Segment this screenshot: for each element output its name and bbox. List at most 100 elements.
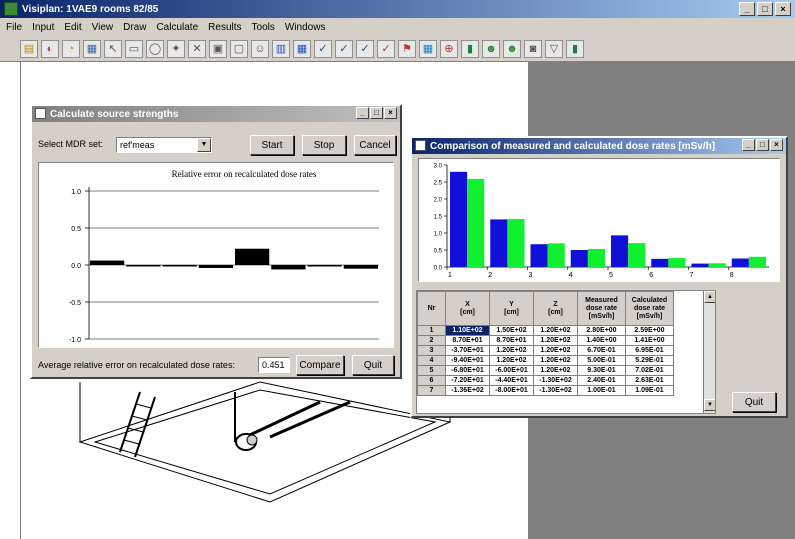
cancel-button[interactable]: Cancel — [354, 135, 396, 155]
column-header[interactable]: Nr — [417, 291, 446, 326]
table-cell[interactable]: 1.41E+00 — [625, 335, 674, 346]
stop-button[interactable]: Stop — [302, 135, 346, 155]
table-cell[interactable]: 1.20E+02 — [533, 335, 578, 346]
start-button[interactable]: Start — [250, 135, 294, 155]
minimize-button[interactable]: _ — [356, 107, 369, 119]
row-number[interactable]: 2 — [417, 335, 446, 346]
flag-icon[interactable]: ⚑ — [398, 39, 416, 58]
table-cell[interactable]: -4.40E+01 — [489, 375, 534, 386]
check4-icon[interactable]: ✓ — [377, 39, 395, 58]
cursor-icon[interactable]: ↖ — [104, 39, 122, 58]
column-header[interactable]: Y [cm] — [489, 291, 534, 326]
menu-file[interactable]: File — [6, 22, 22, 33]
wizard-icon[interactable]: ◐ — [41, 39, 59, 58]
pie-icon[interactable]: ◔ — [62, 39, 80, 58]
app-titlebar[interactable]: Visiplan: 1VAE9 rooms 82/85 _ □ × — [0, 0, 795, 18]
maximize-button[interactable]: □ — [757, 2, 773, 16]
table-row[interactable]: 6 -7.20E+01 -4.40E+01 -1.30E+02 2.40E-01 2.63… — [417, 375, 674, 386]
table-cell[interactable]: 2.80E+00 — [577, 325, 626, 336]
table-cell[interactable]: 1.00E-01 — [577, 385, 626, 396]
table-cell[interactable]: 8.70E+01 — [445, 335, 490, 346]
table-row[interactable]: 7 -1.36E+02 -8.00E+01 -1.30E+02 1.00E-01 1.09… — [417, 385, 674, 396]
check-icon[interactable]: ✓ — [314, 39, 332, 58]
column-header[interactable]: Calculated dose rate [mSv/h] — [625, 291, 674, 326]
table-cell[interactable]: -1.30E+02 — [533, 385, 578, 396]
table-cell[interactable]: 1.10E+02 — [445, 325, 490, 336]
minimize-button[interactable]: _ — [739, 2, 755, 16]
table-cell[interactable]: 6.95E-01 — [625, 345, 674, 356]
table-cell[interactable]: -6.80E+01 — [445, 365, 490, 376]
table-row[interactable]: 5 -6.80E+01 -6.00E+01 1.20E+02 9.30E-01 7.02E… — [417, 365, 674, 376]
quit-button[interactable]: Quit — [352, 355, 394, 375]
menu-windows[interactable]: Windows — [285, 22, 326, 33]
table-cell[interactable]: 5.29E-01 — [625, 355, 674, 366]
scroll-down-icon[interactable]: ▼ — [704, 399, 715, 411]
table-cell[interactable]: 1.20E+02 — [533, 325, 578, 336]
menu-input[interactable]: Input — [32, 22, 54, 33]
bar-icon[interactable]: ▮ — [461, 39, 479, 58]
menu-calculate[interactable]: Calculate — [156, 22, 198, 33]
table-cell[interactable]: 1.20E+02 — [489, 345, 534, 356]
table-cell[interactable]: -8.00E+01 — [489, 385, 534, 396]
table-cell[interactable]: -3.70E+01 — [445, 345, 490, 356]
close-button[interactable]: × — [384, 107, 397, 119]
table-scrollbar[interactable]: ▲ ▼ — [703, 291, 715, 413]
mdr-set-select[interactable]: ref'meas ▼ — [116, 137, 212, 153]
wire-icon[interactable]: ▢ — [230, 39, 248, 58]
column-header[interactable]: Z [cm] — [533, 291, 578, 326]
column-header[interactable]: Measured dose rate [mSv/h] — [577, 291, 626, 326]
row-number[interactable]: 7 — [417, 385, 446, 396]
row-number[interactable]: 1 — [417, 325, 446, 336]
table-cell[interactable]: -9.40E+01 — [445, 355, 490, 366]
table-cell[interactable]: 2.40E-01 — [577, 375, 626, 386]
table-cell[interactable]: 1.40E+00 — [577, 335, 626, 346]
grid-icon[interactable]: ▦ — [83, 39, 101, 58]
frame-icon[interactable]: ▭ — [125, 39, 143, 58]
row-number[interactable]: 4 — [417, 355, 446, 366]
table-icon[interactable]: ▦ — [419, 39, 437, 58]
table-cell[interactable]: 2.59E+00 — [625, 325, 674, 336]
check3-icon[interactable]: ✓ — [356, 39, 374, 58]
matrix-icon[interactable]: ▦ — [293, 39, 311, 58]
solid-icon[interactable]: ▣ — [209, 39, 227, 58]
table-cell[interactable]: 1.20E+02 — [533, 355, 578, 366]
table-cell[interactable]: 1.20E+02 — [489, 355, 534, 366]
bar2-icon[interactable]: ▮ — [566, 39, 584, 58]
table-row[interactable]: 1 1.10E+02 1.50E+02 1.20E+02 2.80E+00 2.59E+0… — [417, 325, 674, 336]
check2-icon[interactable]: ✓ — [335, 39, 353, 58]
chart-icon[interactable]: ▥ — [272, 39, 290, 58]
menu-edit[interactable]: Edit — [64, 22, 81, 33]
row-number[interactable]: 6 — [417, 375, 446, 386]
comparison-titlebar[interactable]: Comparison of measured and calculated do… — [412, 138, 786, 154]
source-strengths-titlebar[interactable]: Calculate source strengths _ □ × — [32, 106, 400, 122]
table-cell[interactable]: 1.09E-01 — [625, 385, 674, 396]
menu-tools[interactable]: Tools — [252, 22, 275, 33]
table-cell[interactable]: 1.20E+02 — [533, 365, 578, 376]
minimize-button[interactable]: _ — [742, 139, 755, 151]
table-row[interactable]: 3 -3.70E+01 1.20E+02 1.20E+02 6.70E-01 6.95E-… — [417, 345, 674, 356]
table-cell[interactable]: 5.00E-01 — [577, 355, 626, 366]
source-icon[interactable]: ✦ — [167, 39, 185, 58]
close-button[interactable]: × — [770, 139, 783, 151]
menu-view[interactable]: View — [92, 22, 114, 33]
close-button[interactable]: × — [775, 2, 791, 16]
ellipse-icon[interactable]: ◯ — [146, 39, 164, 58]
person3-icon[interactable]: ☻ — [503, 39, 521, 58]
table-cell[interactable]: 6.70E-01 — [577, 345, 626, 356]
cross-icon[interactable]: ✕ — [188, 39, 206, 58]
menu-draw[interactable]: Draw — [123, 22, 146, 33]
chevron-down-icon[interactable]: ▼ — [197, 138, 211, 152]
row-number[interactable]: 3 — [417, 345, 446, 356]
table-row[interactable]: 2 8.70E+01 8.70E+01 1.20E+02 1.40E+00 1.41E+0… — [417, 335, 674, 346]
compare-button[interactable]: Compare — [296, 355, 344, 375]
table-cell[interactable]: -7.20E+01 — [445, 375, 490, 386]
table-cell[interactable]: -1.36E+02 — [445, 385, 490, 396]
quit-button[interactable]: Quit — [732, 392, 776, 412]
row-number[interactable]: 5 — [417, 365, 446, 376]
table-cell[interactable]: 2.63E-01 — [625, 375, 674, 386]
maximize-button[interactable]: □ — [756, 139, 769, 151]
filter-icon[interactable]: ▽ — [545, 39, 563, 58]
table-cell[interactable]: 9.30E-01 — [577, 365, 626, 376]
table-cell[interactable]: 1.50E+02 — [489, 325, 534, 336]
open-icon[interactable]: ▤ — [20, 39, 38, 58]
